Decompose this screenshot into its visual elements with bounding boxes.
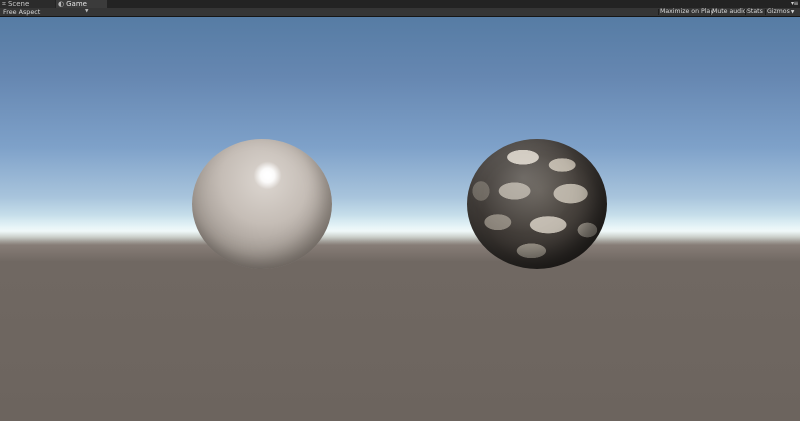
toolbar-divider — [765, 9, 766, 15]
maximize-on-play-toggle[interactable]: Maximize on Play — [660, 8, 714, 16]
game-viewport[interactable] — [0, 17, 800, 421]
aspect-label: Free Aspect — [3, 8, 41, 16]
chevron-down-icon: ▼ — [790, 10, 795, 15]
game-view-toolbar: Free Aspect ▼ Maximize on Play Mute audi… — [0, 8, 800, 17]
scene-icon: ⌗ — [2, 0, 6, 8]
tab-scene-label: Scene — [7, 0, 30, 8]
gizmos-dropdown[interactable]: Gizmos▼ — [767, 8, 794, 16]
editor-tab-bar: ⌗ Scene ◐ Game ▾≡ — [0, 0, 800, 8]
tab-game[interactable]: ◐ Game — [56, 0, 107, 8]
aspect-dropdown[interactable]: Free Aspect ▼ — [3, 8, 89, 16]
game-icon: ◐ — [58, 0, 65, 8]
tab-game-label: Game — [66, 0, 87, 8]
stone-textured-sphere — [467, 139, 607, 269]
toolbar-divider — [745, 9, 746, 15]
mute-audio-toggle[interactable]: Mute audio — [712, 8, 747, 16]
horizon-glow — [0, 215, 800, 241]
window-menu-icon[interactable]: ▾≡ — [791, 0, 799, 8]
toolbar-divider — [710, 9, 711, 15]
toolbar-divider — [658, 9, 659, 15]
chevron-down-icon: ▼ — [85, 9, 89, 14]
plain-sphere — [192, 139, 332, 269]
tab-scene[interactable]: ⌗ Scene — [0, 0, 55, 8]
stats-toggle[interactable]: Stats — [747, 8, 763, 16]
gizmos-label: Gizmos — [767, 8, 790, 15]
